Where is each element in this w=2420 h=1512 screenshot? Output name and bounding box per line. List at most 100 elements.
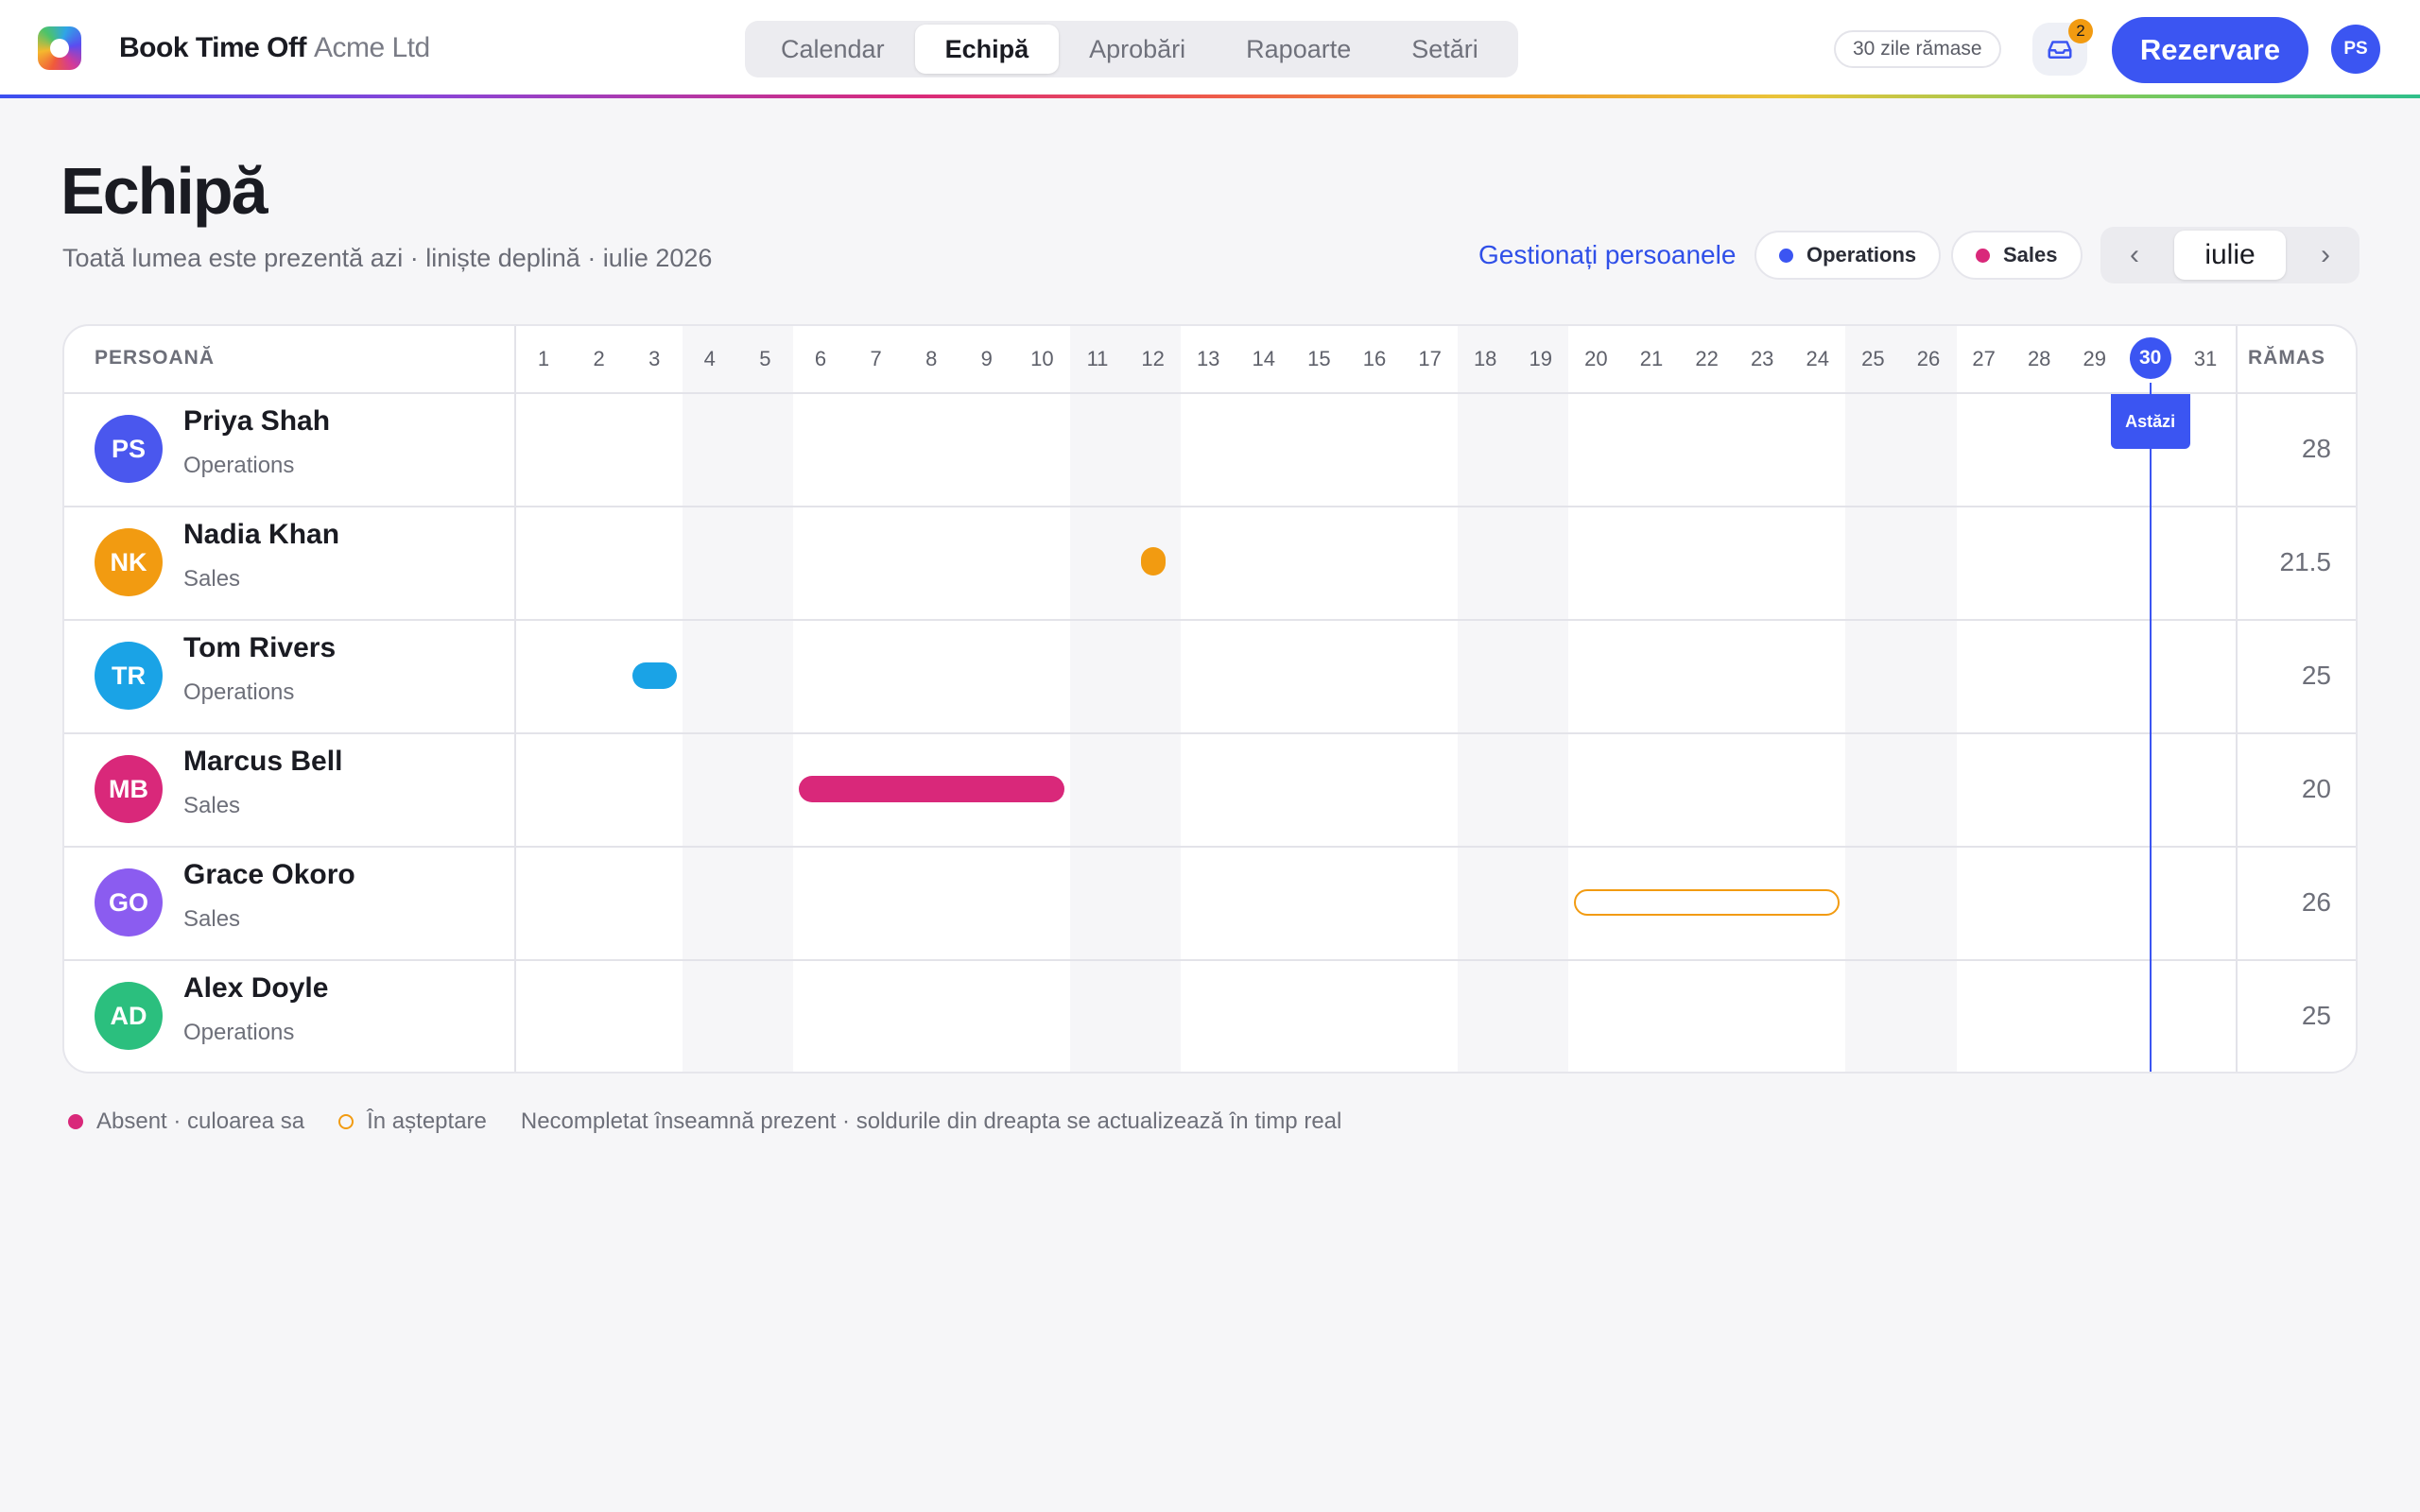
person-team: Operations [183, 453, 295, 478]
person-team: Operations [183, 1020, 295, 1045]
day-header: 1 [537, 347, 550, 370]
pending-legend-ring [338, 1114, 354, 1129]
day-header: 26 [1916, 347, 1941, 370]
person-name[interactable]: Marcus Bell [183, 746, 342, 778]
person-team: Sales [183, 566, 241, 592]
day-header: 13 [1196, 347, 1220, 370]
app-logo-icon[interactable] [38, 26, 81, 70]
app-name: Book Time Off [119, 32, 306, 63]
day-header: 6 [814, 347, 827, 370]
day-header: 28 [2027, 347, 2051, 370]
remaining-balance: 25 [2301, 661, 2331, 690]
page-title: Echipă [60, 154, 268, 228]
month-navigator: ‹ iulie › [2100, 227, 2360, 284]
person-avatar[interactable]: NK [95, 528, 163, 596]
day-header: 17 [1418, 347, 1442, 370]
filter-chip-sales[interactable]: Sales [1951, 231, 2083, 280]
accent-gradient-line [0, 94, 2420, 98]
day-header: 19 [1529, 347, 1553, 370]
pending-absence-bar[interactable] [1574, 889, 1841, 916]
day-header: 31 [2193, 347, 2218, 370]
legend-note: Necompletat înseamnă prezent · soldurile… [520, 1108, 1342, 1134]
person-name[interactable]: Tom Rivers [183, 632, 336, 664]
person-avatar[interactable]: MB [95, 755, 163, 823]
absent-legend-dot [68, 1114, 83, 1129]
day-header: 15 [1307, 347, 1331, 370]
person-avatar[interactable]: TR [95, 642, 163, 710]
day-header: 3 [648, 347, 661, 370]
day-header: 23 [1750, 347, 1774, 370]
user-avatar[interactable]: PS [2331, 25, 2380, 74]
inbox-count-badge: 2 [2068, 19, 2093, 43]
day-header: 8 [925, 347, 938, 370]
legend: Absent · culoarea sa În așteptare Necomp… [68, 1108, 1341, 1135]
today-line [2149, 383, 2152, 1072]
person-column-header: PERSOANĂ [95, 347, 216, 369]
team-calendar-grid: PERSOANĂ RĂMAS 1 2 3 4 5 6 7 8 9 10 11 12 13 14 15 16 17… [62, 324, 2358, 1074]
pending-legend-label: În așteptare [367, 1108, 487, 1134]
day-header: 27 [1972, 347, 1996, 370]
person-team: Operations [183, 679, 295, 705]
day-header: 24 [1806, 347, 1830, 370]
day-header: 2 [593, 347, 605, 370]
day-header: 9 [980, 347, 993, 370]
day-header: 16 [1362, 347, 1387, 370]
day-header: 21 [1639, 347, 1664, 370]
day-header: 25 [1861, 347, 1885, 370]
today-day-marker: 30 [2129, 337, 2171, 379]
person-avatar[interactable]: AD [95, 982, 163, 1050]
day-header: 10 [1030, 347, 1054, 370]
person-name[interactable]: Nadia Khan [183, 519, 339, 551]
row-divider [64, 846, 2356, 848]
day-header: 5 [759, 347, 771, 370]
row-divider [64, 619, 2356, 621]
person-name[interactable]: Alex Doyle [183, 972, 328, 1005]
tab-calendar[interactable]: Calendar [751, 25, 915, 74]
absent-legend-label: Absent · culoarea sa [96, 1108, 305, 1134]
day-header: 11 [1086, 347, 1109, 370]
book-time-off-button[interactable]: Rezervare [2112, 17, 2308, 83]
day-header: 18 [1473, 347, 1497, 370]
tab-reports[interactable]: Rapoarte [1216, 25, 1381, 74]
top-bar: Book Time Off Acme Ltd Calendar Echipă Ap… [0, 0, 2420, 98]
absence-bar[interactable] [799, 776, 1064, 802]
remaining-balance: 21.5 [2279, 547, 2332, 576]
day-header: 29 [2083, 347, 2107, 370]
day-header: 14 [1252, 347, 1276, 370]
manage-people-link[interactable]: Gestionați persoanele [1478, 240, 1736, 270]
filter-chip-label: Sales [2003, 243, 2058, 266]
row-divider [64, 506, 2356, 507]
remaining-balance: 25 [2301, 1001, 2331, 1030]
person-team: Sales [183, 906, 241, 932]
person-avatar[interactable]: GO [95, 868, 163, 936]
tab-settings[interactable]: Setări [1381, 25, 1509, 74]
row-divider [64, 959, 2356, 961]
next-month-button[interactable]: › [2297, 239, 2354, 271]
remaining-balance: 26 [2301, 887, 2331, 917]
tab-team[interactable]: Echipă [914, 25, 1060, 74]
remaining-column-header: RĂMAS [2248, 347, 2325, 369]
page-subtitle: Toată lumea este prezentă azi · liniște … [62, 244, 713, 272]
day-header: 4 [703, 347, 716, 370]
header-divider [64, 392, 2356, 394]
absence-bar[interactable] [632, 662, 677, 689]
filter-chip-operations[interactable]: Operations [1754, 231, 1942, 280]
inbox-icon [2048, 41, 2072, 59]
remaining-balance: 28 [2301, 434, 2331, 463]
person-avatar[interactable]: PS [95, 415, 163, 483]
operations-dot [1779, 248, 1793, 263]
filter-chip-label: Operations [1806, 243, 1917, 266]
day-header: 22 [1695, 347, 1719, 370]
person-name[interactable]: Priya Shah [183, 405, 330, 438]
absence-bar[interactable] [1140, 547, 1166, 576]
prev-month-button[interactable]: ‹ [2106, 239, 2163, 271]
days-left-badge: 30 zile rămase [1834, 30, 2001, 68]
sales-dot [1976, 248, 1990, 263]
tab-approvals[interactable]: Aprobări [1059, 25, 1216, 74]
company-name: Acme Ltd [313, 32, 430, 63]
current-month[interactable]: iulie [2174, 231, 2286, 280]
grid-body: PERSOANĂ RĂMAS 1 2 3 4 5 6 7 8 9 10 11 12 13 14 15 16 17… [64, 326, 2356, 1072]
row-divider [64, 732, 2356, 734]
day-header: 12 [1141, 347, 1165, 370]
person-name[interactable]: Grace Okoro [183, 859, 355, 891]
